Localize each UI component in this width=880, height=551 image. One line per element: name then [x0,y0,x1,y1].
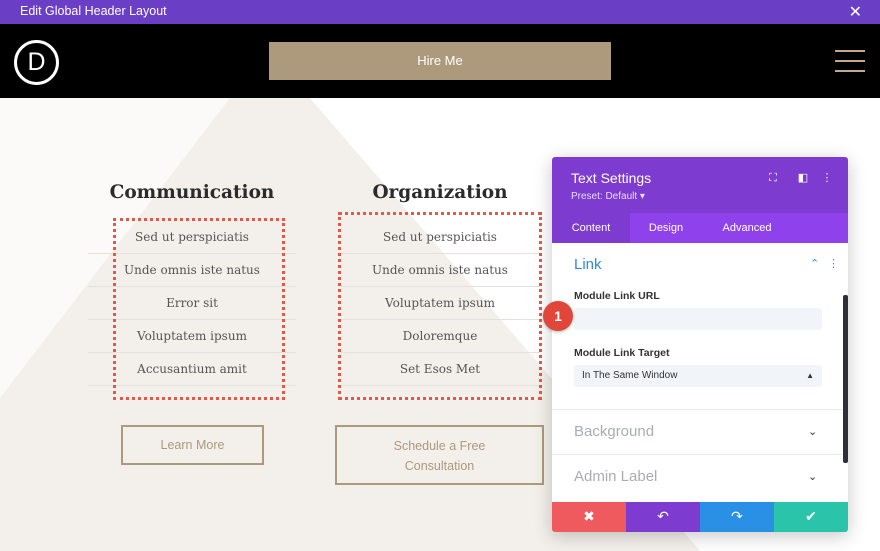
panel-header: Text Settings Preset: Default ▾ ⛶ ◧ ⋮ [552,157,848,213]
tab-advanced[interactable]: Advanced [702,213,792,243]
background-section-title[interactable]: Background [574,423,654,440]
communication-heading: Communication [109,182,275,203]
section-divider [552,454,848,455]
close-icon[interactable]: ✕ [849,2,862,22]
collapse-chevron-icon[interactable]: ⌃ [810,257,819,270]
admin-label-section-title[interactable]: Admin Label [574,468,657,485]
organization-heading: Organization [372,182,508,203]
module-link-url-label: Module Link URL [574,290,660,302]
more-options-icon[interactable]: ⋮ [820,171,834,185]
hamburger-menu-icon[interactable] [835,50,865,72]
highlight-box [113,218,285,400]
save-button[interactable]: ✔ [774,502,848,532]
learn-more-button[interactable]: Learn More [121,425,264,465]
module-link-target-label: Module Link Target [574,347,670,359]
section-options-icon[interactable]: ⋮ [828,257,839,270]
section-divider [552,409,848,410]
link-section-title[interactable]: Link [574,256,602,273]
select-value: In The Same Window [582,370,678,381]
module-link-url-input[interactable] [574,308,822,330]
panel-title: Text Settings [571,170,652,186]
panel-body: Link ⌃ ⋮ Module Link URL Module Link Tar… [552,243,848,502]
preset-dropdown[interactable]: Preset: Default ▾ [571,191,645,202]
expand-chevron-icon[interactable]: ⌄ [808,470,817,483]
text-settings-panel: Text Settings Preset: Default ▾ ⛶ ◧ ⋮ Co… [552,157,848,532]
editor-title: Edit Global Header Layout [20,4,167,18]
tab-content[interactable]: Content [552,213,630,243]
expand-chevron-icon[interactable]: ⌄ [808,425,817,438]
undo-button[interactable]: ↶ [626,502,700,532]
site-logo[interactable]: D [14,40,59,85]
button-line: Consultation [404,459,475,473]
tab-design[interactable]: Design [630,213,702,243]
panel-scrollbar[interactable] [843,295,848,463]
redo-button[interactable]: ↷ [700,502,774,532]
split-view-icon[interactable]: ◧ [796,171,810,185]
panel-footer: ✖ ↶ ↷ ✔ [552,502,848,532]
cancel-button[interactable]: ✖ [552,502,626,532]
module-link-target-select[interactable]: In The Same Window ▲ [574,365,822,387]
editor-title-bar: Edit Global Header Layout ✕ [0,0,880,24]
fullscreen-icon[interactable]: ⛶ [766,171,780,185]
panel-tabs: Content Design Advanced [552,213,848,243]
site-header: D Hire Me [0,24,880,98]
button-line: Schedule a Free [393,439,486,453]
schedule-consultation-button[interactable]: Schedule a Free Consultation [335,425,544,485]
select-arrows-icon: ▲ [806,371,814,380]
highlight-box [338,212,542,400]
hire-me-button[interactable]: Hire Me [269,42,611,80]
callout-badge: 1 [543,301,573,331]
